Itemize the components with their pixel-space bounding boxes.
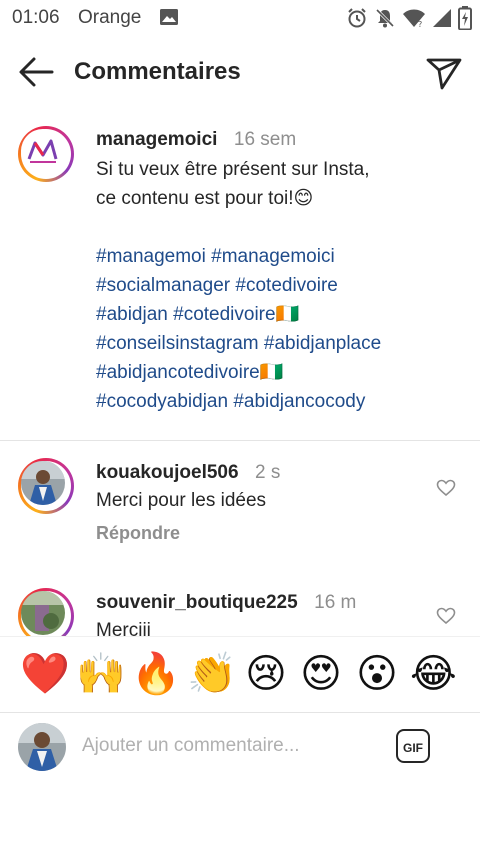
status-time: 01:06 (12, 7, 60, 28)
page-title: Commentaires (74, 58, 241, 85)
caption-avatar[interactable] (18, 126, 74, 182)
emoji-surprised-button[interactable]: 😮 (354, 651, 400, 697)
caption-username[interactable]: managemoici (96, 129, 217, 150)
emoji-fire-button[interactable]: 🔥 (131, 651, 181, 697)
caption-divider (0, 440, 480, 441)
user-photo (21, 591, 65, 635)
back-arrow-icon[interactable] (14, 50, 58, 94)
current-user-avatar (18, 723, 66, 771)
battery-icon (458, 6, 472, 30)
caption-hashtags: #managemoi #managemoici #socialmanager #… (96, 242, 466, 416)
gif-button[interactable]: GIF (396, 729, 430, 763)
comment-composer: Ajouter un commentaire... GIF (0, 712, 480, 783)
status-bar: 01:06 Orange ? (0, 0, 480, 36)
like-heart-icon[interactable] (436, 606, 456, 626)
caption-line: ce contenu est pour toi!😊 (96, 188, 314, 209)
emoji-raising-hands-button[interactable]: 🙌 (76, 651, 126, 697)
caption-time: 16 sem (233, 129, 297, 150)
comment-avatar[interactable] (18, 458, 74, 514)
caption-text: Si tu veux être présent sur Insta, ce co… (96, 155, 466, 213)
comment-text: Merciii (96, 620, 151, 636)
comment-time: 2 s (255, 462, 281, 483)
signal-icon (433, 9, 451, 27)
gallery-notification-icon (160, 9, 178, 25)
hashtag-line[interactable]: #conseilsinstagram #abidjanplace (96, 329, 466, 358)
emoji-heart-eyes-button[interactable]: 😍 (298, 651, 344, 697)
hashtag-line[interactable]: #abidjancotedivoire🇨🇮 (96, 358, 466, 387)
user-photo (21, 461, 65, 505)
emoji-laughing-button[interactable]: 😂 (410, 651, 457, 697)
alarm-icon (348, 8, 366, 28)
like-heart-icon[interactable] (436, 478, 456, 498)
comment-list-clip: souvenir_boutique225 16 m Merciii (0, 560, 480, 636)
comment-username[interactable]: souvenir_boutique225 (96, 592, 298, 613)
reply-button[interactable]: Répondre (96, 523, 426, 544)
emoji-reaction-bar: ❤️ 🙌 🔥 👏 😢 😍 😮 😂 (0, 636, 480, 713)
emoji-clapping-button[interactable]: 👏 (187, 651, 237, 697)
svg-text:?: ? (418, 20, 422, 28)
caption-line: Si tu veux être présent sur Insta, (96, 159, 370, 180)
comment-text: Merci pour les idées (96, 490, 267, 511)
app-header: Commentaires (0, 36, 480, 108)
status-carrier: Orange (78, 7, 142, 28)
hashtag-line[interactable]: #cocodyabidjan #abidjancocody (96, 387, 466, 416)
comment-username[interactable]: kouakoujoel506 (96, 462, 239, 483)
send-icon[interactable] (424, 52, 464, 92)
wifi-icon: ? (403, 9, 425, 28)
emoji-heart-button[interactable]: ❤️ (20, 651, 70, 697)
comment-input[interactable]: Ajouter un commentaire... (82, 735, 300, 757)
comment-time: 16 m (314, 592, 357, 613)
hashtag-line[interactable]: #socialmanager #cotedivoire (96, 271, 466, 300)
hashtag-line[interactable]: #abidjan #cotedivoire🇨🇮 (96, 300, 466, 329)
emoji-crying-button[interactable]: 😢 (243, 651, 289, 697)
managemoici-logo (21, 129, 65, 173)
comment-avatar[interactable] (18, 588, 74, 636)
mute-icon (375, 8, 395, 28)
hashtag-line[interactable]: #managemoi #managemoici (96, 242, 466, 271)
